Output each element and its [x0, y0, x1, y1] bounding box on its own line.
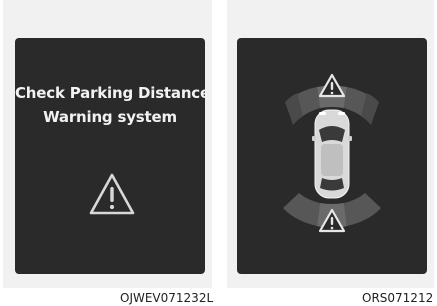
cluster-display-warning: Check Parking Distance Warning system — [15, 38, 205, 274]
right-figure-caption: ORS071212 — [362, 291, 434, 305]
left-figure-panel: Check Parking Distance Warning system — [3, 0, 212, 288]
right-figure-panel — [227, 0, 434, 288]
car-top-view-icon — [312, 109, 352, 199]
left-figure-caption: OJWEV071232L — [120, 291, 214, 305]
warning-message: Check Parking Distance Warning system — [15, 81, 205, 129]
warning-message-line1: Check Parking Distance — [15, 84, 205, 102]
front-warning-triangle-icon — [318, 73, 346, 98]
warning-message-line2: Warning system — [43, 108, 177, 126]
warning-triangle-icon — [89, 173, 135, 215]
rear-left-sensor-zone — [283, 193, 320, 226]
rear-right-sensor-zone — [344, 193, 381, 226]
page: Check Parking Distance Warning system OJ… — [0, 0, 437, 306]
parking-sensor-diagram — [283, 73, 381, 233]
cluster-display-parking — [237, 38, 427, 274]
